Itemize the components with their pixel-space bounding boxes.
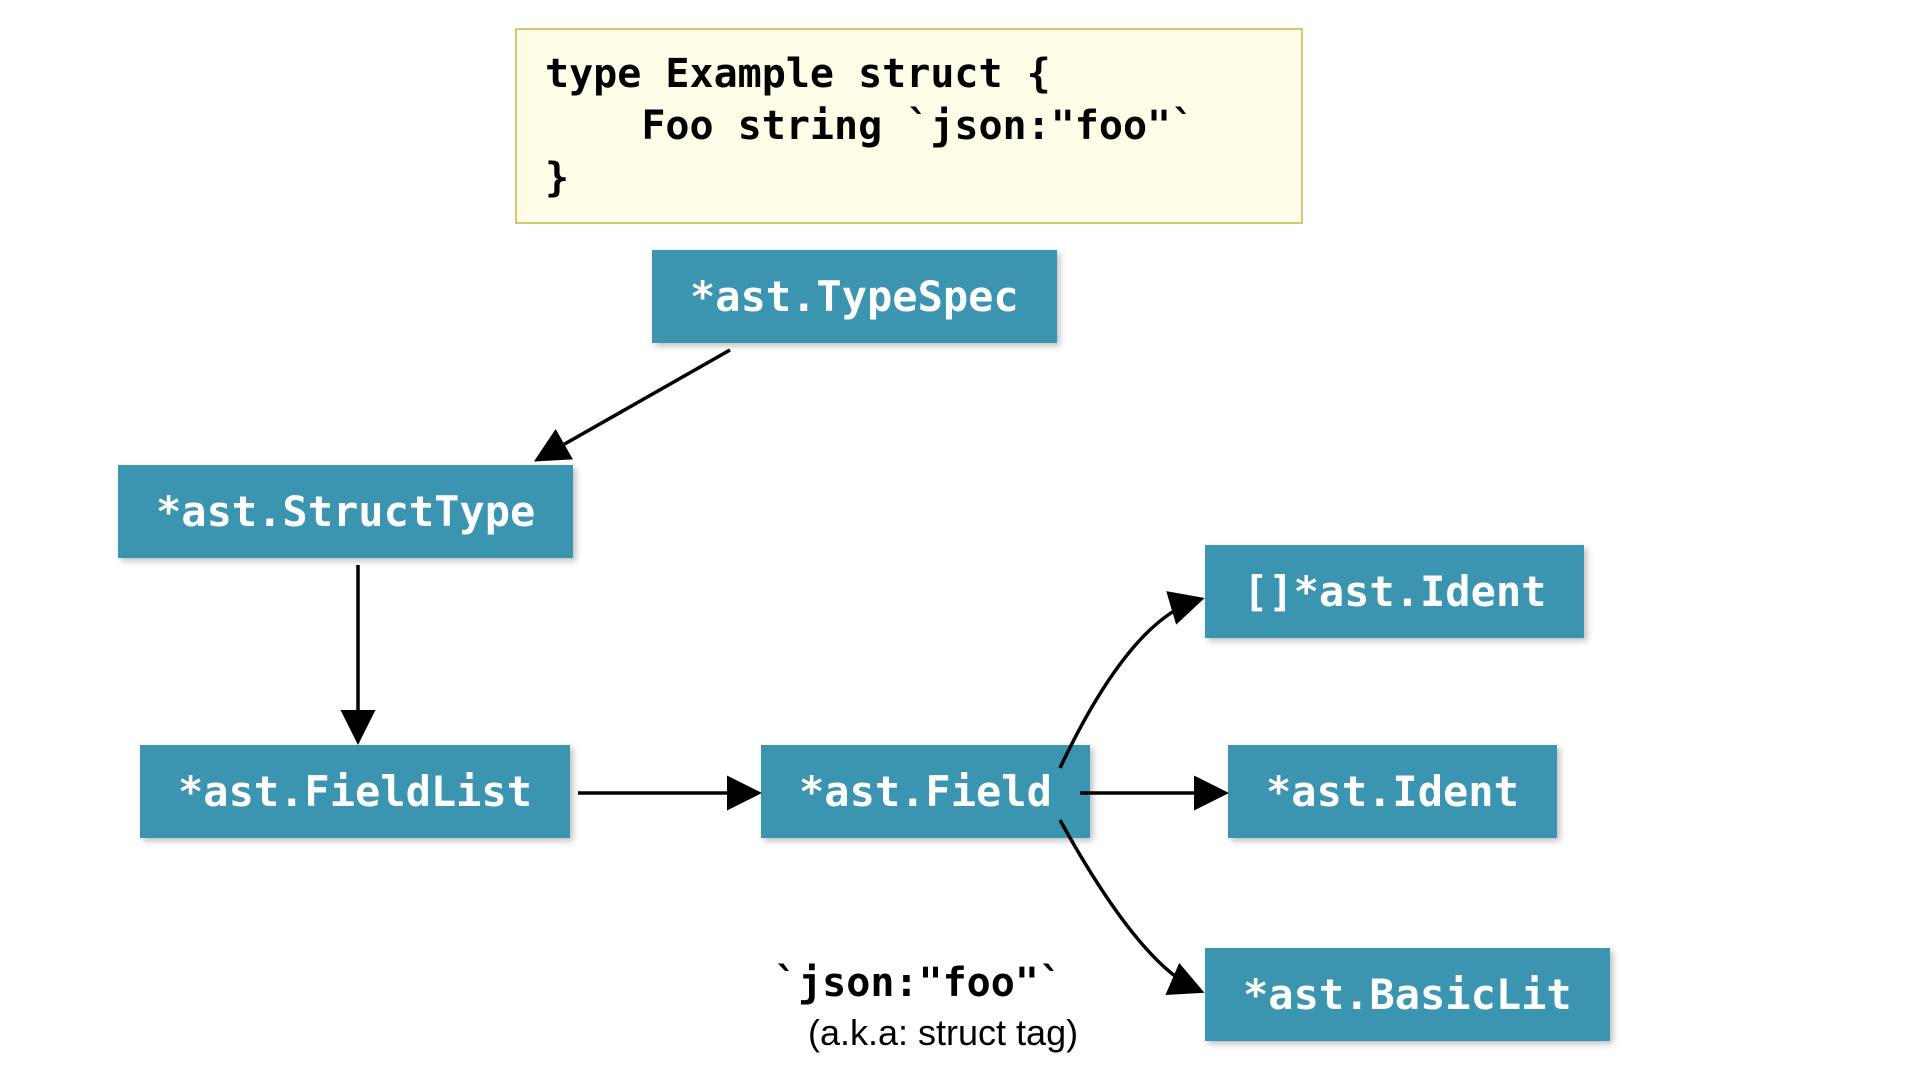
node-field: *ast.Field: [761, 745, 1090, 838]
arrow-field-identslice: [1060, 600, 1198, 768]
node-basiclit: *ast.BasicLit: [1205, 948, 1610, 1041]
annotation-tag: `json:"foo"`: [774, 960, 1063, 1006]
node-structtype: *ast.StructType: [118, 465, 573, 558]
node-identslice: []*ast.Ident: [1205, 545, 1584, 638]
arrow-field-basiclit: [1060, 820, 1198, 990]
node-ident: *ast.Ident: [1228, 745, 1557, 838]
annotation-aka: (a.k.a: struct tag): [808, 1012, 1078, 1054]
code-block: type Example struct { Foo string `json:"…: [515, 28, 1303, 224]
arrow-typespec-structtype: [540, 350, 730, 458]
node-fieldlist: *ast.FieldList: [140, 745, 570, 838]
node-typespec: *ast.TypeSpec: [652, 250, 1057, 343]
